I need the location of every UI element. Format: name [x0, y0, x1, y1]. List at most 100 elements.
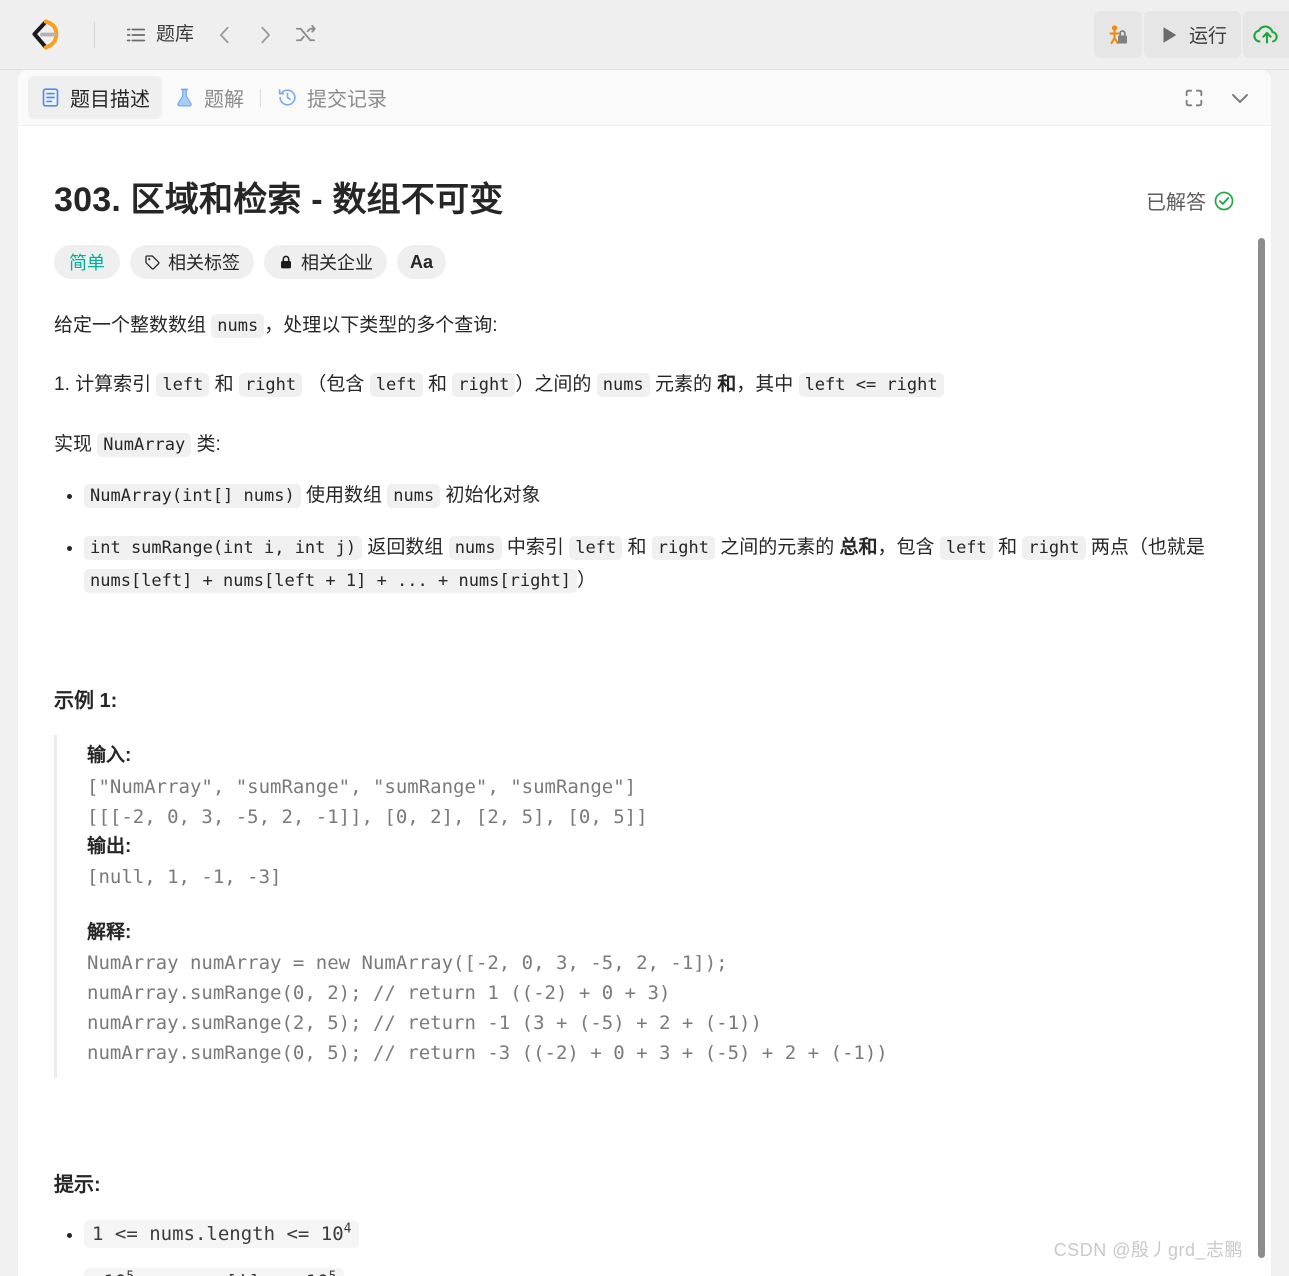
tag-row: 简单 相关标签 相关企业 Aa	[54, 245, 1235, 279]
watermark: CSDN @殷丿grd_志鹏	[1053, 1240, 1243, 1260]
font-size-label: Aa	[410, 251, 434, 272]
debug-lock-icon	[1109, 24, 1127, 44]
run-button[interactable]: 运行	[1143, 11, 1241, 58]
inline-code-sum-expr: nums[left] + nums[left + 1] + ... + nums…	[84, 569, 578, 594]
hints-heading: 提示:	[54, 1174, 101, 1197]
hint1-pre: 1 <= nums.length <= 10	[92, 1222, 344, 1245]
difficulty-label: 简单	[69, 253, 105, 273]
implement-p1: 实现	[54, 433, 93, 455]
tab-divider	[260, 88, 261, 107]
hint-constraint-1: 1 <= nums.length <= 104	[84, 1219, 360, 1248]
inline-code-constructor: NumArray(int[] nums)	[84, 483, 301, 508]
chevron-left-icon	[219, 26, 229, 43]
inline-code-nums: nums	[211, 314, 265, 338]
font-size-button[interactable]: Aa	[397, 245, 447, 279]
list-item: NumArray(int[] nums) 使用数组 nums 初始化对象	[84, 479, 1235, 513]
intro-suffix: ，处理以下类型的多个查询:	[264, 315, 498, 336]
query-p5: ）之间的	[515, 374, 592, 396]
tab-bar-actions	[1177, 70, 1257, 126]
play-icon	[1163, 26, 1177, 43]
page-title: 303. 区域和检索 - 数组不可变	[54, 181, 504, 219]
problemset-label: 题库	[156, 24, 195, 45]
inline-code-nums-3: nums	[387, 483, 441, 508]
intro-paragraph: 给定一个整数数组 nums ，处理以下类型的多个查询:	[54, 309, 1235, 342]
hint2-sup: 5	[126, 1270, 134, 1276]
method1-t3: 和	[627, 536, 647, 558]
method1-t2: 中索引	[506, 536, 564, 558]
hint2-post: <= nums[i] <= 10	[134, 1271, 329, 1276]
inline-code-left-3: left	[569, 535, 623, 560]
query-p2: 和	[214, 374, 234, 396]
query-p6: 元素的	[654, 374, 712, 396]
example-block: 输入: ["NumArray", "sumRange", "sumRange",…	[54, 735, 1235, 1079]
inline-code-numarray: NumArray	[97, 432, 192, 457]
flask-icon	[177, 88, 192, 107]
fullscreen-button[interactable]	[1177, 81, 1211, 115]
topbar-actions: 运行	[1093, 11, 1289, 58]
leetcode-logo[interactable]	[0, 16, 86, 54]
leetcode-problem-page: 题库 运行 题目描述 题解 提交记录 303. 区域和检索 - 数组不可变 已解…	[0, 0, 1289, 1276]
tab-submissions[interactable]: 提交记录	[265, 76, 399, 119]
intro-prefix: 给定一个整数数组	[54, 315, 207, 336]
topbar-divider	[94, 21, 95, 48]
method0-t1: 使用数组	[305, 484, 382, 506]
implement-paragraph: 实现 NumArray 类:	[54, 428, 1235, 461]
content-scrollbar[interactable]	[1258, 238, 1265, 1258]
related-tags-label: 相关标签	[168, 253, 240, 273]
inline-code-right-3: right	[651, 535, 715, 560]
example-explain-line-4: numArray.sumRange(0, 5); // return -3 ((…	[87, 1042, 888, 1065]
inline-code-left-4: left	[939, 535, 993, 560]
list-icon	[126, 28, 146, 41]
inline-code-right-4: right	[1022, 535, 1086, 560]
inline-code-left-2: left	[369, 373, 423, 398]
status-badge: 已解答	[1146, 172, 1235, 215]
submit-button[interactable]	[1243, 11, 1289, 58]
example-output-line-1: [null, 1, -1, -3]	[87, 866, 282, 888]
cloud-upload-icon	[1253, 24, 1278, 44]
example-explain-label: 解释:	[87, 922, 132, 944]
prev-problem-button[interactable]	[208, 18, 242, 52]
method0-t2: 初始化对象	[445, 484, 541, 506]
tab-solutions-label: 题解	[204, 89, 244, 111]
tab-submissions-label: 提交记录	[307, 89, 387, 111]
description-icon	[42, 88, 59, 107]
leetcode-logo-icon	[32, 19, 59, 49]
related-tags-button[interactable]: 相关标签	[130, 245, 254, 279]
random-problem-button[interactable]	[288, 18, 322, 52]
related-companies-button[interactable]: 相关企业	[264, 245, 387, 279]
example-explain-line-1: NumArray numArray = new NumArray([-2, 0,…	[87, 952, 728, 975]
inline-code-nums-2: nums	[596, 373, 650, 398]
example-spacer	[87, 892, 1235, 918]
list-item: int sumRange(int i, int j) 返回数组 nums 中索引…	[84, 531, 1235, 599]
tab-description[interactable]: 题目描述	[28, 76, 162, 119]
top-navigation-bar: 题库 运行	[0, 0, 1289, 70]
example-explain-line-2: numArray.sumRange(0, 2); // return 1 ((-…	[87, 982, 671, 1005]
example-explain-line-3: numArray.sumRange(2, 5); // return -1 (3…	[87, 1012, 762, 1035]
tab-solutions[interactable]: 题解	[162, 76, 256, 119]
hint2-pre: -10	[92, 1271, 126, 1276]
problemset-button[interactable]: 题库	[117, 18, 202, 52]
inline-code-right: right	[238, 373, 303, 398]
example-output-label: 输出:	[87, 835, 132, 857]
method1-bold-total: 总和	[839, 536, 878, 558]
collapse-button[interactable]	[1223, 81, 1257, 115]
method1-t7: 两点（也就是	[1090, 536, 1205, 558]
inline-code-left: left	[156, 373, 210, 398]
list-item: -105 <= nums[i] <= 105	[84, 1268, 1235, 1276]
method1-t1: 返回数组	[367, 536, 444, 558]
query-bold-sum: 和	[717, 374, 737, 396]
check-circle-icon	[1214, 191, 1234, 210]
problem-panel: 题目描述 题解 提交记录 303. 区域和检索 - 数组不可变 已解答 简单 相…	[18, 70, 1271, 1276]
debug-button[interactable]	[1093, 11, 1142, 58]
hint1-sup: 4	[343, 1221, 352, 1237]
difficulty-badge[interactable]: 简单	[54, 245, 120, 279]
tag-icon	[145, 254, 160, 270]
shuffle-icon	[295, 24, 316, 42]
inline-code-sumrange: int sumRange(int i, int j)	[84, 535, 363, 560]
nav-group: 题库	[117, 18, 322, 52]
inline-code-nums-4: nums	[448, 535, 502, 560]
tab-description-label: 题目描述	[70, 89, 150, 111]
example-input-line-1: ["NumArray", "sumRange", "sumRange", "su…	[87, 775, 637, 798]
next-problem-button[interactable]	[248, 18, 282, 52]
run-label: 运行	[1188, 26, 1227, 47]
